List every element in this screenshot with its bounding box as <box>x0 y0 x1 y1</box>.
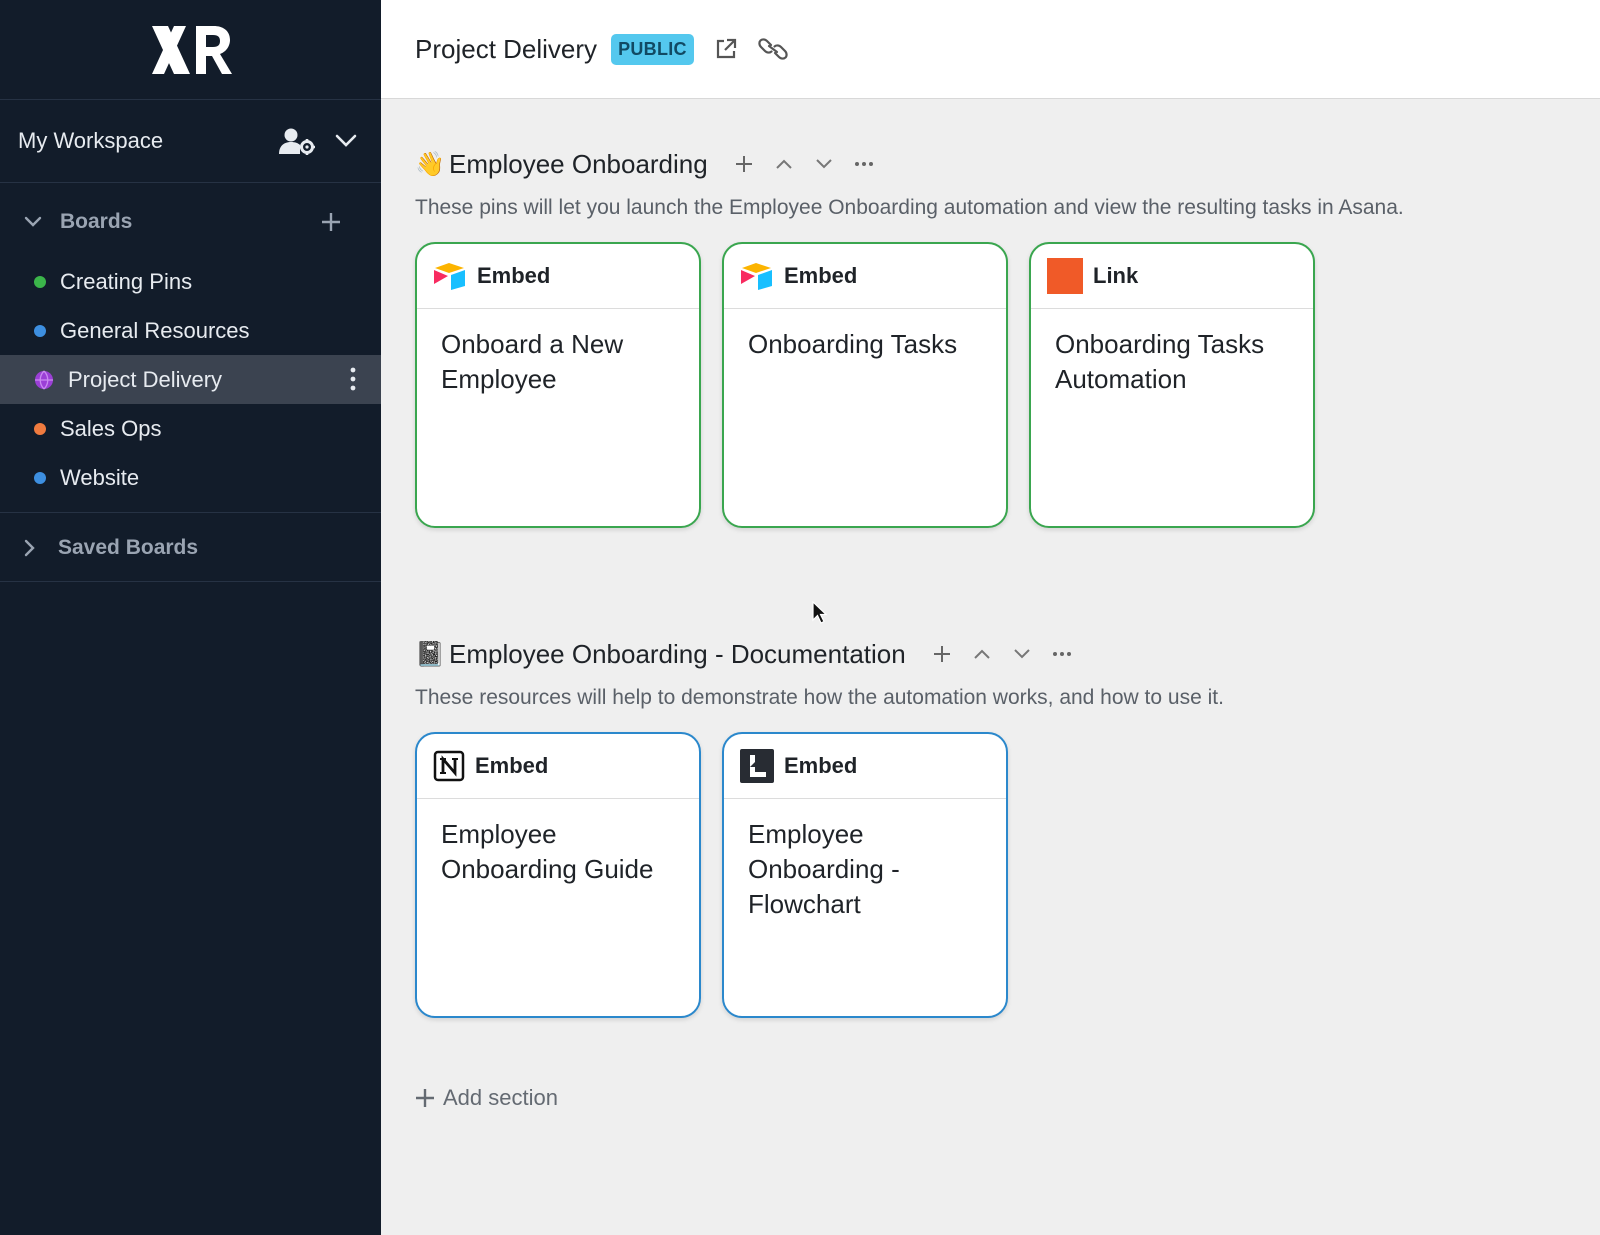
chevron-down-icon[interactable] <box>1012 648 1032 660</box>
pin-title: Onboarding Tasks Automation <box>1055 329 1265 394</box>
app-logo[interactable] <box>0 0 381 100</box>
section-employee-onboarding-documentation: 📓 Employee Onboarding - Documentation Th… <box>415 634 1224 1018</box>
pin-card[interactable]: Embed Onboard a New Employee <box>415 242 701 528</box>
boards-group: Boards Creating Pins General Resources P… <box>0 183 381 513</box>
sidebar-item-label: Project Delivery <box>68 366 223 392</box>
pin-card-header: Embed <box>724 734 1006 799</box>
sidebar-item-label: General Resources <box>60 317 250 343</box>
pin-card-header: Embed <box>417 734 699 799</box>
section-description: These resources will help to demonstrate… <box>415 686 1224 709</box>
pin-title: Onboarding Tasks <box>748 329 958 359</box>
lucidchart-icon <box>740 749 774 783</box>
external-link-icon <box>716 38 736 59</box>
pin-card-header: Embed <box>417 244 699 309</box>
saved-boards-header[interactable]: Saved Boards <box>0 513 381 583</box>
notebook-icon: 📓 <box>415 640 445 668</box>
section-header: 👋 Employee Onboarding <box>415 144 1404 184</box>
airtable-icon <box>741 263 772 290</box>
link-icon <box>758 38 788 60</box>
sidebar-item-label: Creating Pins <box>60 268 193 294</box>
chevron-up-icon[interactable] <box>972 648 992 660</box>
board-color-dot <box>34 422 46 435</box>
pin-title: Employee Onboarding - Flowchart <box>748 819 900 919</box>
xr-logo-icon <box>151 25 232 74</box>
workspace-switcher[interactable]: My Workspace <box>0 100 381 183</box>
user-settings-icon[interactable] <box>279 127 315 155</box>
pin-grid: Embed Onboard a New Employee Embed Onboa… <box>415 242 1404 528</box>
waving-hand-icon: 👋 <box>415 150 445 178</box>
pin-type-label: Embed <box>784 263 858 288</box>
board-header: Project Delivery PUBLIC <box>381 0 1600 99</box>
sidebar-item-label: Sales Ops <box>60 415 162 441</box>
board-color-dot <box>34 324 46 337</box>
pin-card[interactable]: Link Onboarding Tasks Automation <box>1029 242 1315 528</box>
add-section-label: Add section <box>443 1085 558 1110</box>
section-title: Employee Onboarding - Documentation <box>449 638 906 669</box>
copy-link-button[interactable] <box>758 38 788 60</box>
pin-card[interactable]: Embed Onboarding Tasks <box>722 242 1008 528</box>
saved-boards-label: Saved Boards <box>58 536 199 559</box>
more-horizontal-icon[interactable] <box>1052 651 1072 657</box>
board-color-dot <box>34 471 46 484</box>
add-pin-plus-icon[interactable] <box>932 644 952 664</box>
add-board-plus-icon[interactable] <box>321 212 341 232</box>
sidebar-item-website[interactable]: Website <box>0 453 381 502</box>
airtable-icon <box>434 263 465 290</box>
plus-icon <box>416 1089 434 1107</box>
pin-card-header: Link <box>1031 244 1313 309</box>
section-employee-onboarding: 👋 Employee Onboarding These pins will le… <box>415 144 1404 528</box>
pin-type-label: Embed <box>784 753 858 778</box>
saved-boards-group: Saved Boards <box>0 513 381 582</box>
open-external-button[interactable] <box>714 37 738 61</box>
chevron-down-icon[interactable] <box>335 134 357 148</box>
public-badge: PUBLIC <box>611 33 694 65</box>
pin-card[interactable]: Embed Employee Onboarding Guide <box>415 732 701 1018</box>
boards-label: Boards <box>60 210 133 233</box>
boards-header[interactable]: Boards <box>0 187 381 257</box>
pin-type-label: Embed <box>477 263 551 288</box>
pin-type-label: Link <box>1093 263 1139 288</box>
board-color-dot <box>34 275 46 288</box>
sidebar: My Workspace Boards Creating Pins Genera… <box>0 0 381 1235</box>
orange-square-icon <box>1047 258 1083 294</box>
pin-grid: Embed Employee Onboarding Guide Embed Em… <box>415 732 1224 1018</box>
chevron-up-icon[interactable] <box>774 158 794 170</box>
sidebar-item-project-delivery[interactable]: Project Delivery <box>0 355 381 404</box>
notion-icon <box>433 750 465 782</box>
chevron-right-icon[interactable] <box>24 539 36 557</box>
pin-card-header: Embed <box>724 244 1006 309</box>
chevron-down-icon[interactable] <box>814 158 834 170</box>
sidebar-item-label: Website <box>60 464 140 490</box>
mouse-cursor-icon <box>812 601 828 624</box>
globe-icon <box>35 370 53 389</box>
section-description: These pins will let you launch the Emplo… <box>415 196 1404 219</box>
section-header: 📓 Employee Onboarding - Documentation <box>415 634 1224 674</box>
chevron-down-icon[interactable] <box>24 216 42 228</box>
pin-title: Onboard a New Employee <box>441 329 624 394</box>
more-horizontal-icon[interactable] <box>854 161 874 167</box>
pin-card[interactable]: Embed Employee Onboarding - Flowchart <box>722 732 1008 1018</box>
workspace-name: My Workspace <box>18 128 164 153</box>
add-pin-plus-icon[interactable] <box>734 154 754 174</box>
add-section-button[interactable]: Add section <box>415 1085 558 1111</box>
section-title: Employee Onboarding <box>449 148 708 179</box>
more-vertical-icon[interactable] <box>349 367 357 391</box>
sidebar-item-general-resources[interactable]: General Resources <box>0 306 381 355</box>
pin-type-label: Embed <box>475 753 549 778</box>
page-title: Project Delivery <box>415 33 598 64</box>
pin-title: Employee Onboarding Guide <box>441 819 654 884</box>
sidebar-item-sales-ops[interactable]: Sales Ops <box>0 404 381 453</box>
sidebar-item-creating-pins[interactable]: Creating Pins <box>0 257 381 306</box>
